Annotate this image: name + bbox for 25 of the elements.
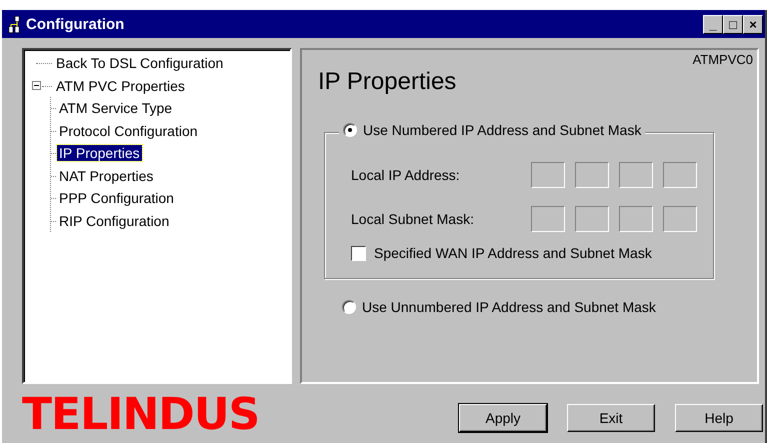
brand-logo: TELINDUS [22,392,260,436]
tree-item[interactable]: Back To DSL Configuration [54,55,226,72]
window-title: Configuration [26,16,126,32]
tree-item[interactable]: NAT Properties [57,168,156,184]
field-label: Local IP Address: [351,167,461,183]
field-label: Local Subnet Mask: [351,211,475,227]
collapse-icon[interactable] [32,80,41,90]
maximize-button[interactable]: □ [723,14,743,34]
tree-item[interactable]: IP Properties [57,145,142,162]
tree-item[interactable]: RIP Configuration [57,212,172,229]
dialog-button[interactable]: Help [675,404,763,432]
dialog-button[interactable]: Apply [459,404,547,432]
checkbox-option[interactable]: Specified WAN IP Address and Subnet Mask [351,245,713,261]
tree-item[interactable]: Protocol Configuration [57,122,200,139]
panel-heading: IP Properties [318,68,458,96]
network-icon [6,16,22,32]
tree-item[interactable]: ATM PVC Properties [54,78,187,94]
tree-item[interactable]: PPP Configuration [57,190,176,206]
minimize-button[interactable]: _ [703,14,723,34]
tree-item[interactable]: ATM Service Type [57,100,174,116]
radio-option[interactable]: Use Numbered IP Address and Subnet Mask [339,122,646,138]
dialog-button[interactable]: Exit [567,404,655,432]
radio-option[interactable]: Use Unnumbered IP Address and Subnet Mask [342,299,757,315]
pvc-name: ATMPVC0 [692,52,753,67]
close-button[interactable]: × [743,14,763,34]
